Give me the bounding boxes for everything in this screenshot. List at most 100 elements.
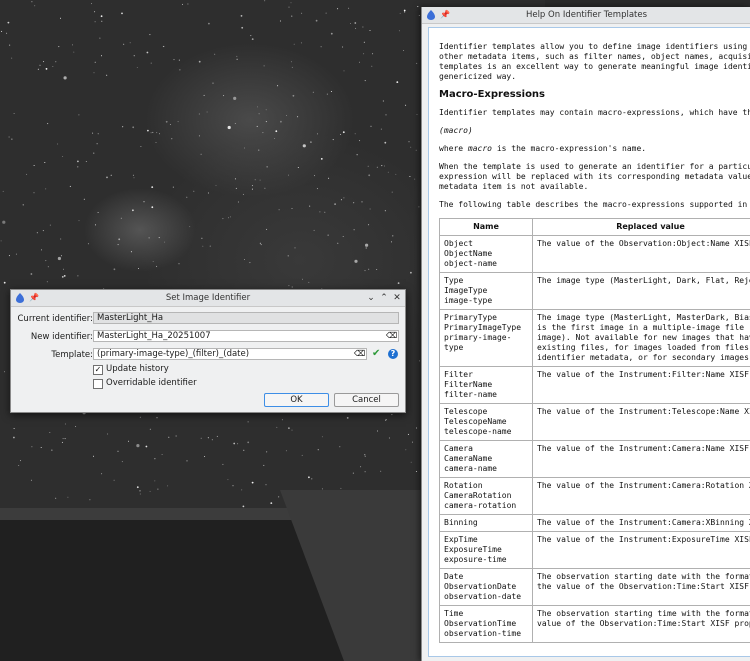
star — [93, 455, 94, 457]
star — [152, 131, 154, 133]
table-row: Time ObservationTime observation-time The… — [439, 605, 750, 643]
star — [251, 481, 254, 484]
star — [99, 37, 101, 39]
dialog-titlebar[interactable]: 📌 Set Image Identifier ⌄ ⌃ ✕ — [11, 290, 405, 307]
ok-button[interactable]: OK — [264, 393, 329, 407]
help-titlebar[interactable]: 📌 Help On Identifier Templates — [422, 7, 750, 24]
help-title: Help On Identifier Templates — [525, 10, 648, 20]
star — [227, 479, 229, 481]
star — [230, 216, 231, 218]
macro-desc: The value of the Instrument:Camera:XBinn… — [532, 514, 750, 532]
star — [313, 229, 315, 231]
star — [257, 106, 258, 108]
star — [178, 263, 180, 265]
star — [193, 190, 195, 192]
star — [301, 12, 303, 14]
star — [72, 44, 73, 46]
col-value-header: Replaced value — [532, 218, 750, 236]
update-history-option[interactable]: ✓ Update history — [93, 364, 213, 375]
star — [236, 58, 238, 60]
overridable-identifier-option[interactable]: Overridable identifier — [93, 378, 233, 389]
star — [18, 465, 20, 466]
star — [26, 173, 28, 175]
star — [376, 269, 378, 270]
table-row: Camera CameraName camera-name The value o… — [439, 440, 750, 478]
star — [117, 450, 119, 452]
star — [97, 133, 99, 135]
star — [64, 423, 66, 425]
apply-template-icon[interactable]: ✔ — [372, 348, 380, 359]
star — [291, 66, 293, 68]
star — [202, 245, 204, 247]
star — [240, 15, 243, 17]
star — [123, 43, 125, 45]
clear-template-icon[interactable]: ⌫ — [354, 350, 365, 358]
star — [353, 202, 355, 204]
star — [359, 61, 360, 63]
star — [150, 132, 152, 134]
star — [410, 146, 412, 148]
star — [207, 192, 209, 194]
star — [368, 268, 370, 270]
update-history-label: Update history — [106, 364, 169, 374]
star — [308, 281, 310, 283]
star — [139, 493, 141, 495]
star — [149, 34, 151, 36]
table-row: Filter FilterName filter-name The value o… — [439, 366, 750, 404]
star — [110, 174, 112, 176]
star — [244, 147, 245, 149]
star — [266, 166, 268, 168]
star — [288, 427, 290, 429]
minimize-icon[interactable]: ⌄ — [365, 292, 377, 304]
overridable-identifier-checkbox[interactable] — [93, 379, 103, 389]
close-icon[interactable]: ✕ — [391, 292, 403, 304]
star — [13, 436, 15, 439]
star — [44, 162, 46, 163]
star — [107, 433, 109, 435]
clear-new-identifier-icon[interactable]: ⌫ — [386, 332, 397, 340]
star — [260, 244, 262, 246]
macro-desc: The observation starting date with the f… — [532, 568, 750, 606]
star — [2, 190, 4, 192]
star — [206, 111, 208, 113]
star — [62, 438, 64, 440]
star — [93, 152, 95, 154]
star — [20, 460, 21, 462]
star — [363, 41, 365, 43]
maximize-icon[interactable]: ⌃ — [378, 292, 390, 304]
star — [187, 3, 189, 5]
set-image-identifier-dialog: 📌 Set Image Identifier ⌄ ⌃ ✕ Current ide… — [10, 289, 406, 413]
star — [128, 440, 129, 442]
star — [265, 121, 267, 123]
star — [309, 205, 311, 207]
star — [359, 140, 361, 142]
star — [11, 138, 13, 140]
star — [49, 224, 51, 226]
help-content[interactable]: Identifier templates allow you to define… — [428, 27, 750, 657]
help-icon[interactable]: ? — [388, 349, 398, 359]
star — [407, 433, 409, 435]
star — [30, 479, 32, 481]
star — [346, 417, 349, 419]
update-history-checkbox[interactable]: ✓ — [93, 365, 103, 375]
star — [63, 76, 67, 80]
star — [13, 428, 15, 429]
star — [264, 0, 266, 2]
star — [290, 61, 292, 63]
star — [159, 133, 160, 135]
macro-where: where macro is the macro-expression's na… — [439, 144, 647, 153]
cancel-button[interactable]: Cancel — [334, 393, 399, 407]
star — [368, 174, 371, 177]
star — [391, 241, 392, 243]
star — [324, 211, 326, 213]
star — [41, 249, 42, 251]
star — [161, 454, 163, 455]
star — [364, 454, 366, 456]
star — [243, 449, 245, 451]
template-input[interactable]: (primary-image-type)_(filter)_(date) — [93, 348, 367, 360]
star — [405, 104, 407, 106]
macro-form: (macro) — [439, 126, 473, 135]
new-identifier-input[interactable]: MasterLight_Ha_20251007 — [93, 330, 399, 342]
star — [67, 496, 69, 498]
star — [237, 443, 239, 445]
